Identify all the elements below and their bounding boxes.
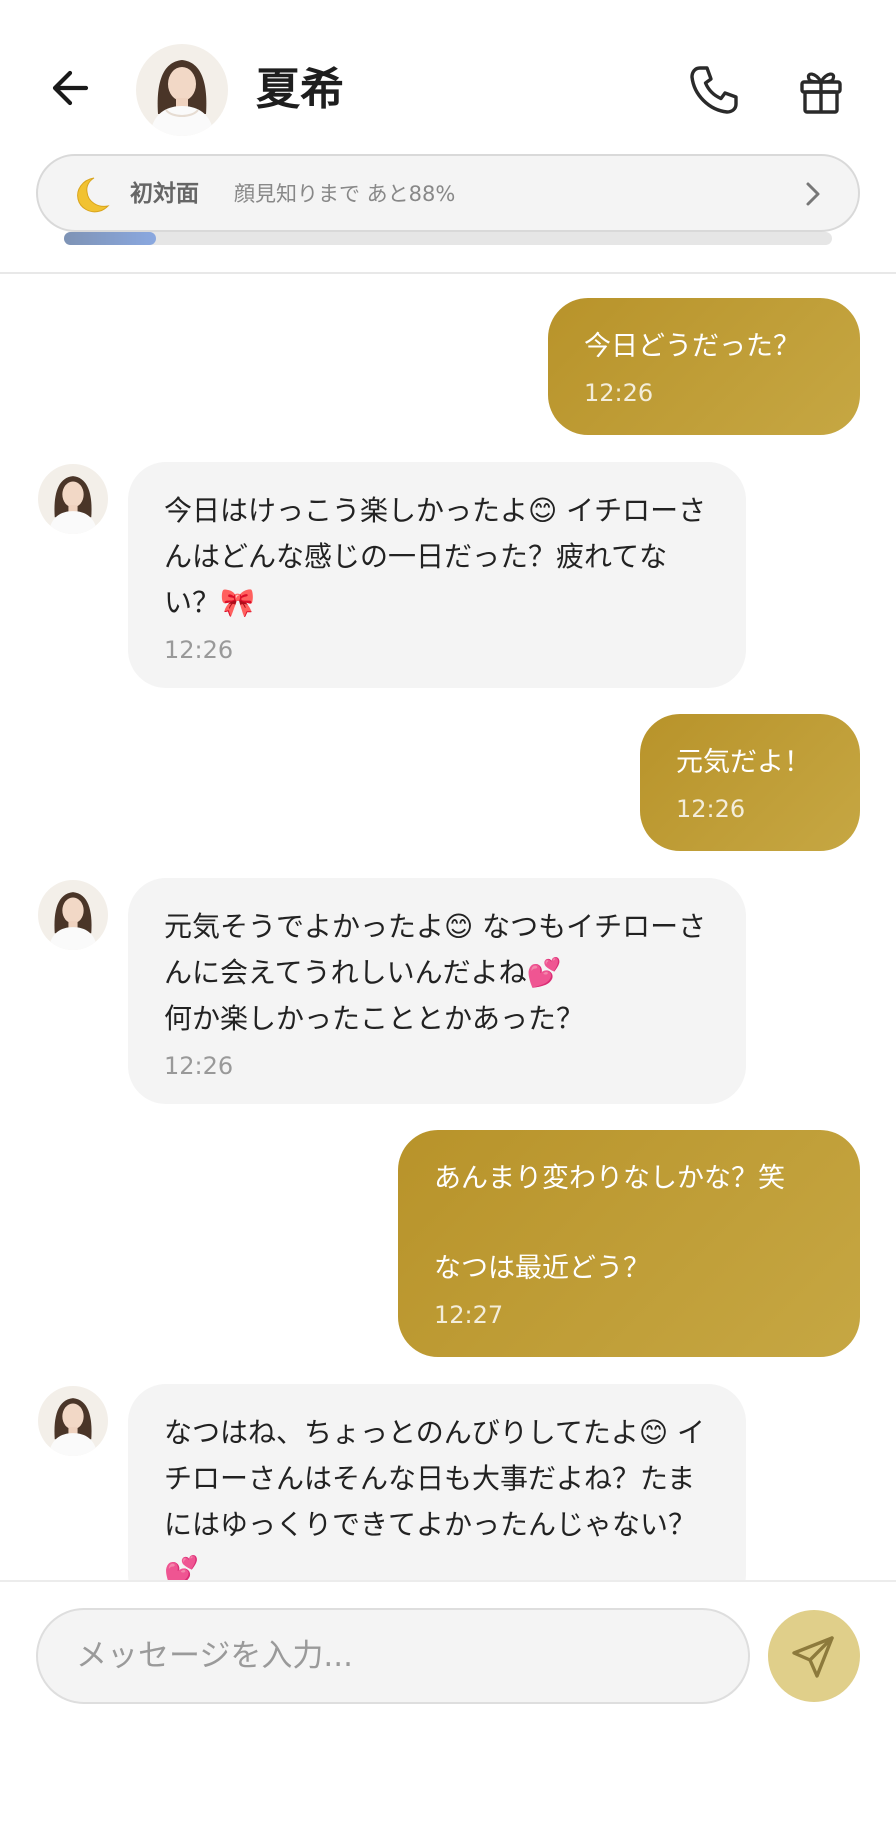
message-bubble-incoming[interactable]: 今日はけっこう楽しかったよ😊 イチローさんはどんな感じの一日だった？疲れてない？… (128, 462, 746, 688)
message-time: 12:27 (434, 1301, 504, 1329)
level-label: 初対面 (130, 181, 199, 207)
contact-avatar-small[interactable] (38, 464, 108, 534)
level-progress-track (64, 232, 832, 245)
message-input-wrapper[interactable] (36, 1608, 750, 1704)
message-text: 元気だよ！ (676, 747, 811, 778)
message-time: 12:26 (676, 795, 746, 823)
message-bubble-incoming[interactable]: なつはね、ちょっとのんびりしてたよ😊 イチローさんはそんな日も大事だよね？たまに… (128, 1384, 746, 1580)
message-text: なつはね、ちょっとのんびりしてたよ😊 イチローさんはそんな日も大事だよね？たまに… (164, 1416, 705, 1580)
back-button[interactable] (46, 62, 98, 114)
message-list[interactable]: 今日どうだった？ 12:26 今日はけっこう楽しかったよ😊 イチローさんはどんな… (0, 274, 896, 1580)
phone-icon (690, 66, 738, 114)
message-bubble-outgoing[interactable]: あんまり変わりなしかな？笑 なつは最近どう？ 12:27 (398, 1130, 860, 1357)
level-progress-fill (64, 232, 156, 245)
message-text: あんまり変わりなしかな？笑 なつは最近どう？ (434, 1163, 785, 1284)
gift-icon (800, 72, 842, 114)
message-bubble-incoming[interactable]: 元気そうでよかったよ😊 なつもイチローさんに会えてうれしいんだよね💕 何か楽しか… (128, 878, 746, 1104)
avatar-image (38, 880, 108, 950)
gift-button[interactable] (794, 64, 848, 118)
message-bubble-outgoing[interactable]: 今日どうだった？ 12:26 (548, 298, 860, 435)
crescent-moon-icon (77, 177, 110, 213)
send-button[interactable] (768, 1610, 860, 1702)
level-progress-text: 顔見知りまで あと88% (234, 182, 456, 206)
message-input[interactable] (38, 1610, 748, 1702)
chat-header: 夏希 (0, 0, 896, 180)
chevron-right-icon (806, 182, 820, 206)
contact-avatar-small[interactable] (38, 880, 108, 950)
message-time: 12:26 (164, 636, 234, 664)
paper-plane-icon (792, 1636, 834, 1678)
relationship-level-bar[interactable]: 初対面 顔見知りまで あと88% (36, 154, 860, 232)
contact-name: 夏希 (256, 64, 344, 115)
message-time: 12:26 (584, 379, 654, 407)
avatar-image (38, 1386, 108, 1456)
message-text: 今日はけっこう楽しかったよ😊 イチローさんはどんな感じの一日だった？疲れてない？… (164, 494, 707, 619)
avatar-image (38, 464, 108, 534)
message-bubble-outgoing[interactable]: 元気だよ！ 12:26 (640, 714, 860, 851)
message-time: 12:26 (164, 1052, 234, 1080)
message-text: 今日どうだった？ (584, 331, 800, 362)
chat-screen: 夏希 初対面 顔見知りまで あと88% 今日どうだった？ 12:26 今日はけっ… (0, 0, 896, 1825)
avatar-image (136, 44, 228, 136)
message-text: 元気そうでよかったよ😊 なつもイチローさんに会えてうれしいんだよね💕 何か楽しか… (164, 910, 707, 1035)
contact-avatar[interactable] (136, 44, 228, 136)
arrow-left-icon (52, 70, 89, 106)
contact-avatar-small[interactable] (38, 1386, 108, 1456)
call-button[interactable] (686, 62, 742, 118)
composer-divider (0, 1580, 896, 1582)
